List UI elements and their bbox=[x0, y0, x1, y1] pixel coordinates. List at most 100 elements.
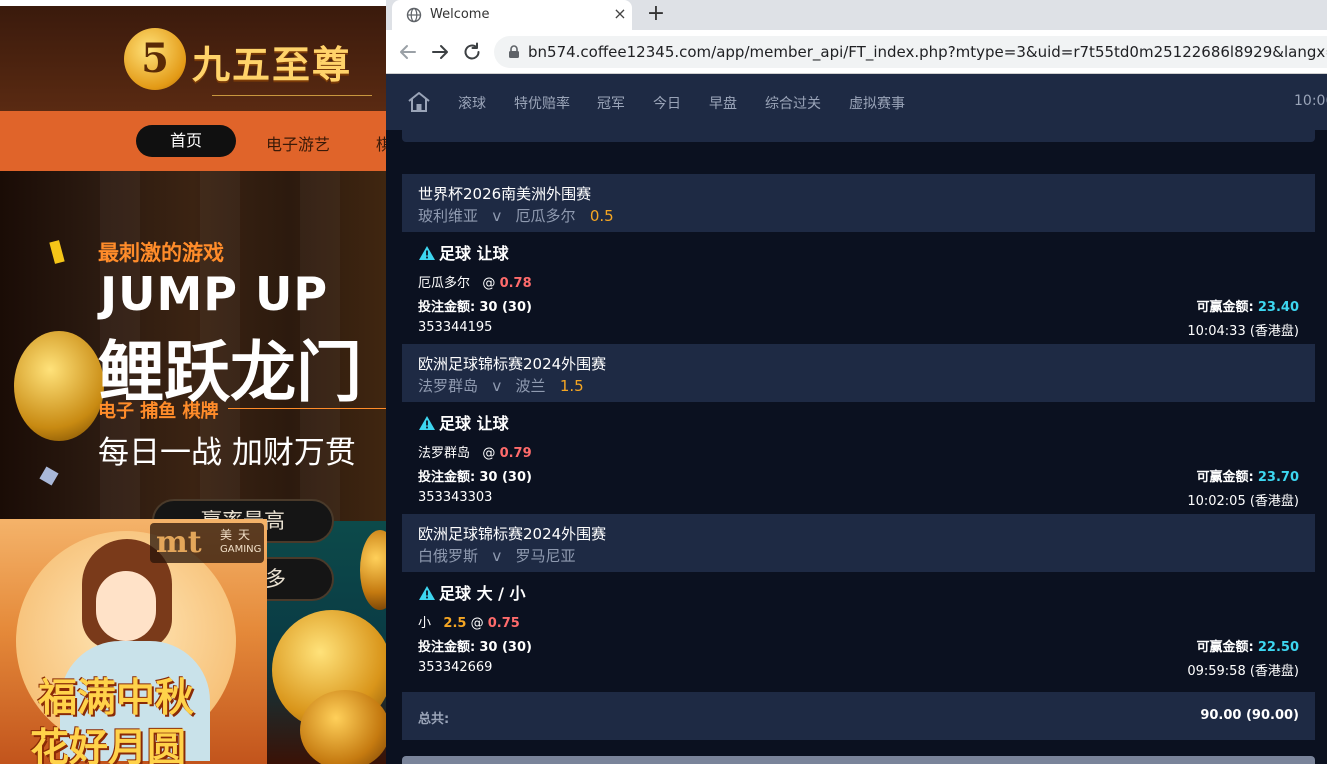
brand-name: 九五至尊 bbox=[192, 42, 353, 87]
win-label: 可赢金额: bbox=[1196, 640, 1254, 655]
nav-parlay[interactable]: 综合过关 bbox=[765, 93, 821, 113]
nav-early[interactable]: 早盘 bbox=[709, 93, 737, 113]
win-value: 22.50 bbox=[1257, 640, 1299, 655]
banner-divider bbox=[228, 408, 386, 409]
selection-text: 厄瓜多尔 bbox=[418, 276, 471, 291]
nav-chess[interactable]: 棋 bbox=[376, 131, 386, 155]
nav-champion[interactable]: 冠军 bbox=[597, 93, 625, 113]
win-label: 可赢金额: bbox=[1196, 470, 1254, 485]
home-icon[interactable] bbox=[406, 90, 432, 114]
odds-value: 0.78 bbox=[499, 276, 532, 291]
home-team: 白俄罗斯 bbox=[418, 547, 479, 565]
promo-banner: 最刺激的游戏 JUMP UP 鲤跃龙门 电子 捕鱼 棋牌 每日一战 加财万贯 bbox=[0, 171, 386, 521]
bet-slip: 足球 大 / 小 小 2.5 @ 0.75 投注金额: 30 (30) 可赢金额… bbox=[402, 572, 1315, 684]
odds-at: @ bbox=[470, 616, 484, 631]
win-row: 可赢金额: 23.40 bbox=[1197, 296, 1299, 315]
selection-text: 小 bbox=[418, 616, 432, 631]
away-team: 波兰 bbox=[515, 377, 546, 395]
new-tab-button[interactable]: + bbox=[644, 3, 668, 27]
win-row: 可赢金额: 22.50 bbox=[1197, 636, 1299, 655]
betting-site: 滚球 特优赔率 冠军 今日 早盘 综合过关 虚拟赛事 10:06 世界杯2026… bbox=[386, 74, 1327, 764]
nav-electronic-games[interactable]: 电子游艺 bbox=[266, 131, 330, 155]
clock: 10:06 bbox=[1294, 93, 1327, 109]
bet-time: 10:04:33 (香港盘) bbox=[1187, 324, 1299, 339]
match-teams: 玻利维亚 v 厄瓜多尔 0.5 bbox=[418, 205, 614, 226]
stake-row: 投注金额: 30 (30) bbox=[418, 466, 532, 485]
previous-panel-edge bbox=[402, 130, 1315, 142]
away-team: 厄瓜多尔 bbox=[515, 207, 576, 225]
nav-special-odds[interactable]: 特优赔率 bbox=[514, 93, 570, 113]
ticket-id: 353344195 bbox=[418, 320, 493, 335]
win-value: 23.40 bbox=[1257, 300, 1299, 315]
stake-value: 30 (30) bbox=[479, 300, 532, 315]
market-text: 足球 大 / 小 bbox=[439, 584, 526, 603]
win-row: 可赢金额: 23.70 bbox=[1197, 466, 1299, 485]
league-name: 欧洲足球锦标赛2024外围赛 bbox=[418, 525, 607, 543]
bet-market: 足球 让球 bbox=[418, 410, 509, 434]
league-name: 欧洲足球锦标赛2024外围赛 bbox=[418, 355, 607, 373]
nav-home[interactable]: 首页 bbox=[136, 125, 236, 157]
banner-categories: 电子 捕鱼 棋牌 bbox=[98, 401, 219, 422]
total-label: 总共: bbox=[418, 712, 450, 727]
stake-value: 30 (30) bbox=[479, 640, 532, 655]
footer-button[interactable] bbox=[402, 756, 1315, 764]
bet-selection: 法罗群岛 @ 0.79 bbox=[418, 442, 532, 461]
banner-tagline: 最刺激的游戏 bbox=[98, 241, 224, 265]
mt-gaming-logo: mt 美天 GAMING bbox=[150, 523, 264, 563]
lock-icon[interactable] bbox=[506, 44, 522, 60]
casino-site-window: 5 九五至尊 首页 电子游艺 棋 最刺激的游戏 JUMP UP 鲤跃龙门 电子 … bbox=[0, 0, 386, 764]
gold-coin-icon bbox=[14, 331, 104, 441]
casino-nav: 首页 电子游艺 棋 bbox=[0, 111, 386, 171]
tab-welcome[interactable]: Welcome × bbox=[392, 0, 632, 30]
close-icon[interactable]: × bbox=[610, 4, 630, 24]
stake-row: 投注金额: 30 (30) bbox=[418, 296, 532, 315]
browser-window: Welcome × + bn574.coffee12345.com/app/me… bbox=[386, 0, 1327, 764]
gold-coin-icon bbox=[300, 690, 386, 764]
line-value: 2.5 bbox=[443, 616, 467, 631]
promo-title-1: 福满中秋 bbox=[38, 676, 195, 721]
reload-icon[interactable] bbox=[460, 40, 484, 64]
versus: v bbox=[492, 377, 502, 395]
bet-time: 10:02:05 (香港盘) bbox=[1187, 494, 1299, 509]
tab-strip: Welcome × + bbox=[386, 0, 1327, 30]
league-name: 世界杯2026南美洲外围赛 bbox=[418, 185, 592, 203]
browser-toolbar: bn574.coffee12345.com/app/member_api/FT_… bbox=[386, 30, 1327, 74]
mt-logo-cn: 美天 bbox=[220, 528, 257, 542]
brand-header: 5 九五至尊 bbox=[0, 6, 386, 111]
ticket-id: 353343303 bbox=[418, 490, 493, 505]
bet-selection: 厄瓜多尔 @ 0.78 bbox=[418, 272, 532, 291]
nav-live[interactable]: 滚球 bbox=[458, 93, 486, 113]
brand-logo-icon[interactable]: 5 bbox=[124, 28, 186, 90]
market-text: 足球 让球 bbox=[439, 244, 509, 263]
stake-row: 投注金额: 30 (30) bbox=[418, 636, 532, 655]
back-arrow-icon[interactable] bbox=[396, 40, 420, 64]
mid-autumn-promo[interactable]: mt 美天 GAMING 福满中秋 花好月圆 bbox=[0, 519, 267, 764]
win-value: 23.70 bbox=[1257, 470, 1299, 485]
league-header: 世界杯2026南美洲外围赛 玻利维亚 v 厄瓜多尔 0.5 bbox=[402, 174, 1315, 232]
warning-icon bbox=[419, 246, 435, 260]
promo-title-2: 花好月圆 bbox=[30, 726, 187, 764]
tab-title: Welcome bbox=[430, 7, 490, 22]
selection-text: 法罗群岛 bbox=[418, 446, 471, 461]
nav-today[interactable]: 今日 bbox=[653, 93, 681, 113]
bet-market: 足球 让球 bbox=[418, 240, 509, 264]
bet-market: 足球 大 / 小 bbox=[418, 580, 526, 604]
warning-icon bbox=[419, 586, 435, 600]
banner-slogan: 每日一战 加财万贯 bbox=[98, 435, 356, 471]
globe-icon bbox=[406, 7, 422, 23]
stake-value: 30 (30) bbox=[479, 470, 532, 485]
away-team: 罗马尼亚 bbox=[515, 547, 576, 565]
bet-slip: 足球 让球 法罗群岛 @ 0.79 投注金额: 30 (30) 可赢金额: 23… bbox=[402, 402, 1315, 514]
versus: v bbox=[492, 547, 502, 565]
league-header: 欧洲足球锦标赛2024外围赛 白俄罗斯 v 罗马尼亚 bbox=[402, 514, 1315, 572]
stake-label: 投注金额: bbox=[418, 300, 476, 315]
address-bar[interactable]: bn574.coffee12345.com/app/member_api/FT_… bbox=[494, 36, 1327, 68]
win-label: 可赢金额: bbox=[1196, 300, 1254, 315]
stake-label: 投注金额: bbox=[418, 470, 476, 485]
home-team: 玻利维亚 bbox=[418, 207, 479, 225]
nav-virtual[interactable]: 虚拟赛事 bbox=[849, 93, 905, 113]
forward-arrow-icon[interactable] bbox=[428, 40, 452, 64]
mt-logo-en: GAMING bbox=[220, 544, 262, 555]
handicap-value: 1.5 bbox=[559, 377, 584, 395]
confetti-icon bbox=[49, 240, 65, 264]
